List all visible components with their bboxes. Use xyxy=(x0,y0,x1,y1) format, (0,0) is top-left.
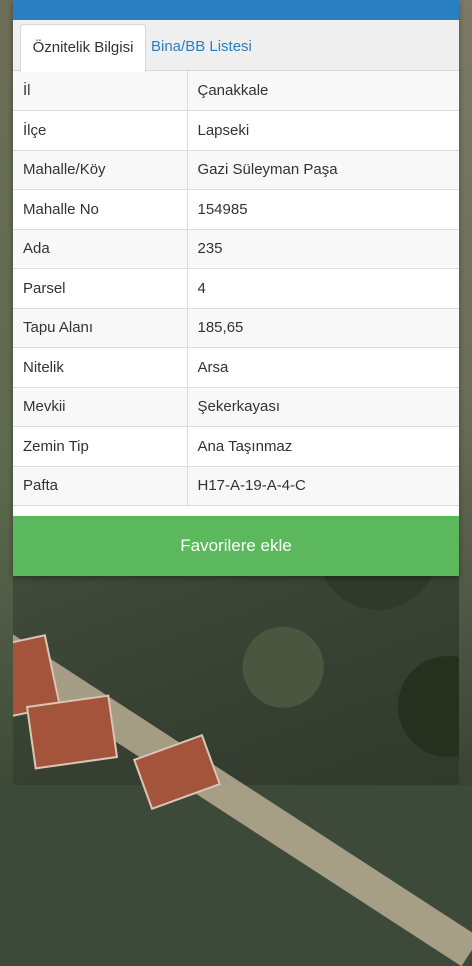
attribute-key: Nitelik xyxy=(13,347,188,388)
table-row: Zemin Tip Ana Taşınmaz xyxy=(13,426,459,467)
attribute-key: İl xyxy=(13,71,188,111)
attribute-key: Zemin Tip xyxy=(13,426,188,467)
table-row: Nitelik Arsa xyxy=(13,347,459,388)
attribute-key: Parsel xyxy=(13,268,188,309)
attribute-key: Ada xyxy=(13,229,188,269)
attribute-value: Gazi Süleyman Paşa xyxy=(187,150,459,190)
dialog-header xyxy=(13,0,459,20)
attribute-value: H17-A-19-A-4-C xyxy=(187,466,459,506)
table-row: Tapu Alanı 185,65 xyxy=(13,308,459,348)
attribute-value: Çanakkale xyxy=(187,71,459,111)
attribute-value: 4 xyxy=(187,268,459,309)
attribute-value: Arsa xyxy=(187,347,459,388)
attribute-key: Mevkii xyxy=(13,387,188,427)
attribute-key: İlçe xyxy=(13,110,188,151)
table-row: Pafta H17-A-19-A-4-C xyxy=(13,466,459,506)
table-row: Mevkii Şekerkayası xyxy=(13,387,459,427)
attribute-key: Mahalle/Köy xyxy=(13,150,188,190)
attribute-table: İl Çanakkale İlçe Lapseki Mahalle/Köy Gazi … xyxy=(13,71,459,506)
attribute-value: 235 xyxy=(187,229,459,269)
attribute-value: Ana Taşınmaz xyxy=(187,426,459,467)
map-building xyxy=(25,694,119,770)
add-to-favorites-button[interactable]: Favorilere ekle xyxy=(13,516,459,576)
table-row: Mahalle/Köy Gazi Süleyman Paşa xyxy=(13,150,459,190)
map-edge-left xyxy=(0,0,13,785)
attribute-value: 185,65 xyxy=(187,308,459,348)
attribute-key: Pafta xyxy=(13,466,188,506)
attribute-key: Mahalle No xyxy=(13,189,188,230)
parcel-info-dialog: Öznitelik Bilgisi Bina/BB Listesi İl Çana… xyxy=(13,0,459,576)
attribute-value: Lapseki xyxy=(187,110,459,151)
attribute-value: 154985 xyxy=(187,189,459,230)
table-row: Parsel 4 xyxy=(13,268,459,309)
attribute-key: Tapu Alanı xyxy=(13,308,188,348)
tab-bar: Öznitelik Bilgisi Bina/BB Listesi xyxy=(13,20,459,72)
tab-building-list[interactable]: Bina/BB Listesi xyxy=(141,24,262,70)
table-row: Mahalle No 154985 xyxy=(13,189,459,230)
tab-attribute-info[interactable]: Öznitelik Bilgisi xyxy=(20,24,146,72)
map-edge-right xyxy=(459,0,472,785)
table-row: İl Çanakkale xyxy=(13,71,459,111)
attribute-value: Şekerkayası xyxy=(187,387,459,427)
table-row: Ada 235 xyxy=(13,229,459,269)
table-row: İlçe Lapseki xyxy=(13,110,459,151)
